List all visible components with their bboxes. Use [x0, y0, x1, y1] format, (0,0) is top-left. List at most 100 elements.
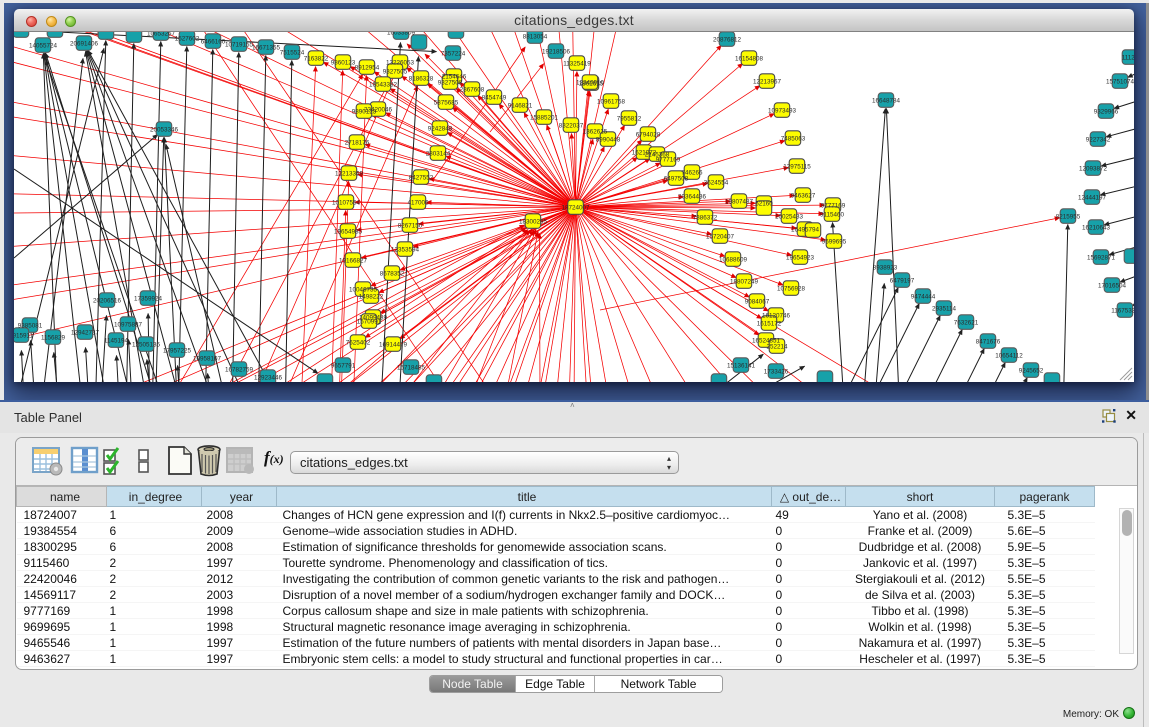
svg-text:8938923: 8938923 — [873, 264, 898, 271]
svg-text:19166827: 19166827 — [339, 257, 368, 264]
svg-text:1615172: 1615172 — [757, 320, 782, 327]
svg-text:15720407: 15720407 — [706, 233, 735, 240]
svg-text:7955812: 7955812 — [617, 115, 642, 122]
svg-text:17016504: 17016504 — [1098, 282, 1127, 289]
svg-text:15885201: 15885201 — [530, 114, 559, 121]
svg-text:12505135: 12505135 — [132, 341, 161, 348]
svg-text:13226053: 13226053 — [386, 59, 415, 66]
svg-text:1570991: 1570991 — [357, 318, 382, 325]
svg-text:16782759: 16782759 — [225, 366, 254, 373]
svg-text:11123: 11123 — [1122, 54, 1134, 61]
svg-text:18724007: 18724007 — [561, 204, 590, 211]
svg-text:3915911: 3915911 — [14, 332, 34, 339]
svg-text:9385081: 9385081 — [18, 322, 43, 329]
svg-text:20206516: 20206516 — [93, 297, 122, 304]
svg-text:2935114: 2935114 — [932, 305, 957, 312]
svg-text:7386372: 7386372 — [693, 214, 718, 221]
svg-text:9084067: 9084067 — [745, 298, 770, 305]
svg-text:9699695: 9699695 — [822, 238, 847, 245]
svg-text:16671355: 16671355 — [252, 44, 281, 51]
svg-text:12942737: 12942737 — [71, 329, 100, 336]
svg-text:10756928: 10756928 — [777, 285, 806, 292]
svg-text:9242848: 9242848 — [428, 125, 453, 132]
svg-text:16648784: 16648784 — [872, 97, 901, 104]
svg-text:1156829: 1156829 — [41, 334, 66, 341]
svg-text:7163822: 7163822 — [304, 55, 329, 62]
svg-text:1733426: 1733426 — [764, 368, 789, 375]
svg-text:252214: 252214 — [766, 343, 788, 350]
svg-text:9227342: 9227342 — [1086, 136, 1111, 143]
svg-text:8990448: 8990448 — [596, 136, 621, 143]
svg-text:11675338: 11675338 — [1111, 307, 1134, 314]
svg-text:10973493: 10973493 — [768, 107, 797, 114]
svg-text:8427552: 8427552 — [409, 174, 434, 181]
svg-text:11325419: 11325419 — [563, 60, 591, 67]
svg-text:10653267: 10653267 — [147, 32, 176, 37]
svg-text:9327505: 9327505 — [383, 68, 408, 75]
svg-text:7485063: 7485063 — [781, 135, 806, 142]
svg-text:9777169: 9777169 — [821, 202, 846, 209]
svg-text:16154808: 16154808 — [735, 55, 764, 62]
svg-text:12213967: 12213967 — [753, 78, 782, 85]
svg-text:8186328: 8186328 — [409, 75, 434, 82]
svg-text:14055724: 14055724 — [29, 42, 58, 49]
svg-text:7515524: 7515524 — [280, 49, 305, 56]
svg-text:20364436: 20364436 — [678, 193, 707, 200]
svg-text:9860123: 9860123 — [331, 59, 356, 66]
svg-text:10958107: 10958107 — [193, 355, 222, 362]
svg-text:16495794: 16495794 — [791, 226, 820, 233]
svg-text:12093872: 12093872 — [1079, 165, 1108, 172]
svg-text:1498222: 1498222 — [359, 293, 384, 300]
svg-text:6479197: 6479197 — [890, 277, 915, 284]
svg-text:12444197: 12444197 — [1078, 194, 1107, 201]
svg-text:2867608: 2867608 — [460, 86, 485, 93]
svg-text:2803144: 2803144 — [426, 150, 451, 157]
svg-text:6497508: 6497508 — [664, 175, 689, 182]
svg-text:12213369: 12213369 — [335, 170, 364, 177]
svg-text:16120746: 16120746 — [762, 312, 791, 319]
svg-text:9890123: 9890123 — [352, 108, 377, 115]
svg-text:6794028: 6794028 — [636, 131, 661, 138]
svg-text:6466160: 6466160 — [201, 38, 226, 45]
svg-text:8322037: 8322037 — [559, 122, 584, 129]
svg-text:7632621: 7632621 — [954, 319, 979, 326]
svg-text:9777169: 9777169 — [656, 156, 681, 163]
svg-text:20691406: 20691406 — [70, 40, 99, 47]
svg-text:19218506: 19218506 — [542, 48, 571, 55]
svg-text:12353594: 12353594 — [391, 246, 420, 253]
svg-text:10961758: 10961758 — [597, 98, 626, 105]
svg-text:19654923: 19654923 — [786, 254, 815, 261]
svg-text:1527602: 1527602 — [175, 35, 200, 42]
svg-text:16543382: 16543382 — [369, 81, 398, 88]
svg-text:8813054: 8813054 — [523, 33, 548, 40]
svg-text:18807249: 18807249 — [730, 278, 759, 285]
svg-text:2718176: 2718176 — [345, 139, 370, 146]
svg-text:10046735: 10046735 — [349, 286, 378, 293]
svg-text:9146821: 9146821 — [508, 102, 533, 109]
svg-text:17359924: 17359924 — [134, 295, 163, 302]
svg-text:16033809: 16033809 — [387, 32, 416, 36]
svg-text:9327508: 9327508 — [438, 79, 463, 86]
svg-text:8471676: 8471676 — [976, 338, 1001, 345]
svg-text:9657791: 9657791 — [331, 362, 356, 369]
svg-text:62160: 62160 — [755, 200, 773, 207]
svg-text:417006: 417006 — [407, 199, 429, 206]
svg-text:5875685: 5875685 — [434, 99, 459, 106]
svg-text:8215955: 8215955 — [1056, 213, 1081, 220]
svg-text:15692871: 15692871 — [1087, 254, 1116, 261]
svg-text:19654985: 19654985 — [334, 228, 363, 235]
svg-text:17957225: 17957225 — [163, 347, 192, 354]
svg-text:9115460: 9115460 — [820, 211, 845, 218]
svg-text:1362615: 1362615 — [583, 128, 608, 135]
svg-text:10975887: 10975887 — [114, 321, 143, 328]
svg-text:10719155: 10719155 — [225, 41, 254, 48]
svg-text:10688609: 10688609 — [719, 256, 748, 263]
svg-text:12340910: 12340910 — [576, 79, 605, 86]
svg-text:1145194: 1145194 — [104, 337, 129, 344]
svg-text:10107554: 10107554 — [332, 199, 361, 206]
svg-text:20053346: 20053346 — [150, 126, 179, 133]
svg-text:9245652: 9245652 — [1019, 367, 1044, 374]
svg-text:15751074: 15751074 — [1106, 78, 1134, 85]
svg-text:7625402: 7625402 — [346, 339, 371, 346]
svg-text:9329966: 9329966 — [1094, 108, 1119, 115]
